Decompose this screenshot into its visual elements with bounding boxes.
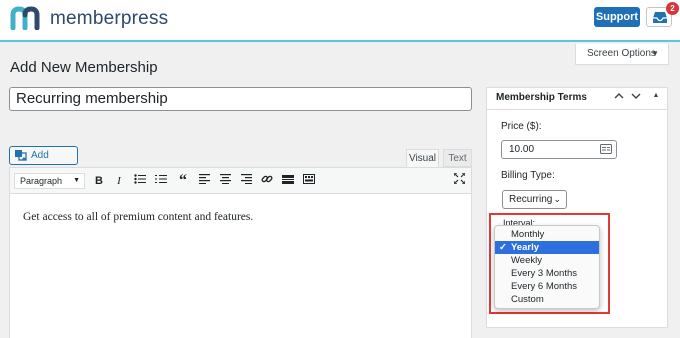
read-more-icon[interactable] xyxy=(280,173,296,189)
editor-toolbar: Paragraph ▼ B I “ xyxy=(10,168,471,194)
chevron-down-icon[interactable] xyxy=(629,91,643,103)
format-select-value: Paragraph xyxy=(20,176,63,186)
link-icon[interactable] xyxy=(259,173,275,189)
media-icon xyxy=(15,150,27,161)
support-button[interactable]: Support xyxy=(594,7,640,27)
checkmark-icon: ✓ xyxy=(499,242,507,253)
content-editor[interactable]: Paragraph ▼ B I “ Get access to all of p… xyxy=(9,167,472,338)
option-label: Custom xyxy=(511,294,544,305)
tab-visual[interactable]: Visual xyxy=(406,149,439,167)
editor-content: Get access to all of premium content and… xyxy=(23,211,254,223)
bulleted-list-icon[interactable] xyxy=(132,173,148,189)
field-options-icon xyxy=(600,144,612,154)
blockquote-icon[interactable]: “ xyxy=(175,173,191,189)
billing-type-label: Billing Type: xyxy=(501,170,555,181)
screen-options-label: Screen Options xyxy=(587,48,656,59)
interval-option-yearly[interactable]: ✓ Yearly xyxy=(495,241,599,254)
screen-options-button[interactable]: Screen Options ▼ xyxy=(575,44,669,65)
interval-option-every-3-months[interactable]: Every 3 Months xyxy=(495,267,599,280)
align-right-icon[interactable] xyxy=(238,173,254,189)
align-left-icon[interactable] xyxy=(196,173,212,189)
interval-option-every-6-months[interactable]: Every 6 Months xyxy=(495,280,599,293)
price-value: 10.00 xyxy=(509,144,535,155)
fullscreen-icon[interactable] xyxy=(451,172,467,189)
chevron-up-icon[interactable] xyxy=(612,91,626,103)
option-label: Weekly xyxy=(511,255,542,266)
numbered-list-icon[interactable] xyxy=(153,173,169,189)
memberpress-logo-icon xyxy=(10,6,40,30)
panel-header: Membership Terms ▲ xyxy=(487,88,667,110)
option-label: Every 3 Months xyxy=(511,268,577,279)
interval-dropdown[interactable]: Monthly ✓ Yearly Weekly Every 3 Months E… xyxy=(494,225,600,309)
option-label: Yearly xyxy=(511,242,539,253)
align-center-icon[interactable] xyxy=(217,173,233,189)
inbox-icon xyxy=(653,12,667,23)
tab-text[interactable]: Text xyxy=(443,149,472,167)
chevron-down-icon: ⌄ xyxy=(553,194,561,204)
billing-type-select[interactable]: Recurring ⌄ xyxy=(502,190,567,209)
bold-icon[interactable]: B xyxy=(91,173,107,189)
format-select[interactable]: Paragraph ▼ xyxy=(14,173,85,189)
option-label: Monthly xyxy=(511,229,545,240)
page-title: Add New Membership xyxy=(10,59,158,76)
option-label: Every 6 Months xyxy=(511,281,577,292)
caret-down-icon: ▼ xyxy=(651,49,659,58)
interval-option-custom[interactable]: Custom xyxy=(495,293,599,306)
panel-title: Membership Terms xyxy=(496,92,587,103)
billing-type-value: Recurring xyxy=(509,194,553,205)
brand-name: memberpress xyxy=(50,8,169,29)
caret-down-icon: ▼ xyxy=(73,177,80,184)
top-bar: memberpress Support 2 xyxy=(0,0,680,42)
toggle-panel-icon[interactable]: ▲ xyxy=(649,92,663,99)
add-media-button[interactable]: Add Media xyxy=(9,146,78,178)
toolbar-toggle-icon[interactable] xyxy=(301,173,317,189)
italic-icon[interactable]: I xyxy=(111,173,127,189)
price-label: Price ($): xyxy=(501,121,542,132)
membership-title-input[interactable]: Recurring membership xyxy=(9,87,472,111)
interval-option-monthly[interactable]: Monthly xyxy=(495,228,599,241)
interval-option-weekly[interactable]: Weekly xyxy=(495,254,599,267)
price-input[interactable]: 10.00 xyxy=(501,140,617,159)
notification-count-badge: 2 xyxy=(666,2,679,15)
